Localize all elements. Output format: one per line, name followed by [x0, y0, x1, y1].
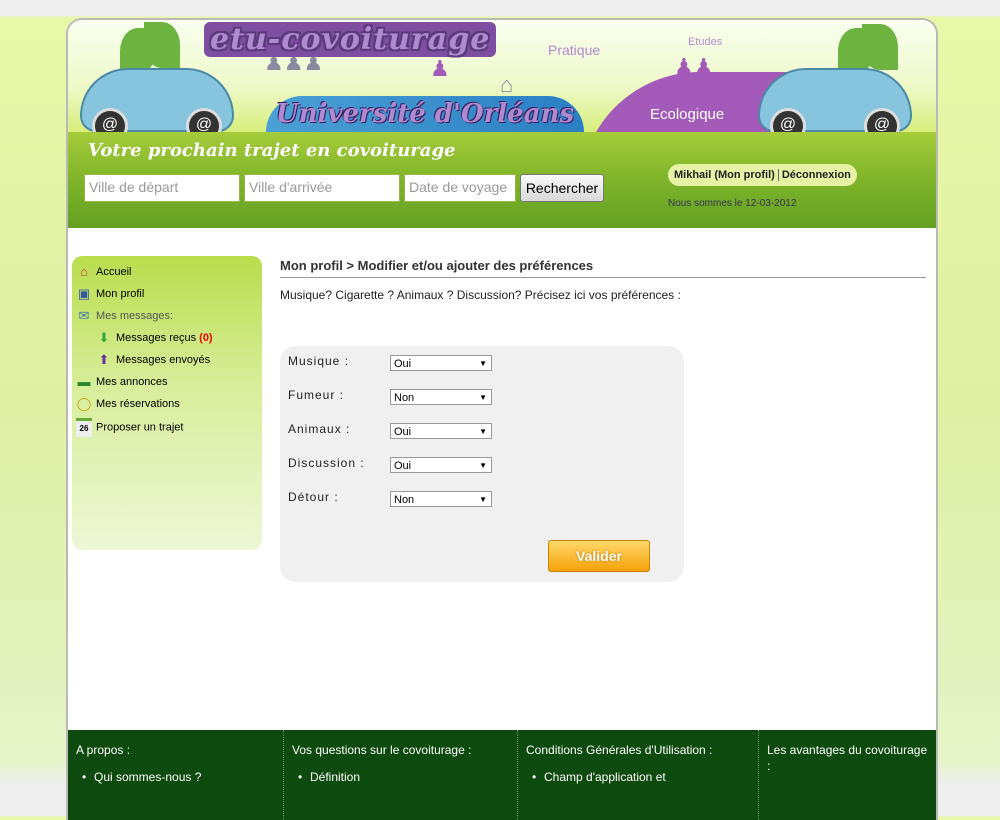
submit-button[interactable]: Valider: [548, 540, 650, 572]
wheel-icon: @: [186, 108, 222, 132]
footer-col-faq: Vos questions sur le covoiturage : Défin…: [284, 730, 518, 820]
select-value: Oui: [394, 426, 412, 438]
profile-link[interactable]: Mikhail (Mon profil): [674, 169, 775, 181]
envelope-icon: ✉: [78, 308, 90, 323]
detour-select[interactable]: Non ▼: [390, 491, 492, 507]
logout-link[interactable]: Déconnexion: [782, 169, 851, 181]
music-select[interactable]: Oui ▼: [390, 355, 492, 371]
house-icon: ⌂: [500, 72, 514, 97]
intro-text: Musique? Cigarette ? Animaux ? Discussio…: [280, 288, 681, 302]
people-icon: ♟♟: [674, 54, 714, 79]
footer: A propos : Qui sommes-nous ? Vos questio…: [68, 730, 936, 820]
select-value: Oui: [394, 358, 412, 370]
banner-word-etudes: Etudes: [688, 36, 723, 48]
purple-hill-decoration: [580, 72, 790, 132]
footer-col-cgu: Conditions Générales d'Utilisation : Cha…: [518, 730, 759, 820]
discussion-label: Discussion :: [288, 456, 365, 470]
header-banner: @ @ ♟♟♟ etu-covoiturage Pratique Etudes …: [68, 20, 936, 132]
sidebar-item-profil[interactable]: ▣ Mon profil: [76, 286, 144, 302]
footer-col-title: A propos :: [76, 743, 131, 757]
sidebar-item-label: Proposer un trajet: [96, 421, 184, 434]
leaf-decoration: [144, 22, 180, 68]
banner-word-pratique: Pratique: [548, 42, 601, 58]
sidebar-item-label: Mon profil: [96, 287, 145, 300]
sidebar-item-label: Messages reçus: [116, 331, 197, 344]
smoker-select[interactable]: Non ▼: [390, 389, 492, 405]
sent-mail-icon: ⬆: [98, 352, 110, 367]
sidebar-item-accueil[interactable]: ⌂ Accueil: [76, 264, 131, 280]
smoker-label: Fumeur :: [288, 388, 345, 402]
sidebar-item-annonces[interactable]: ▬ Mes annonces: [76, 374, 168, 390]
profile-card-icon: ▣: [77, 286, 91, 301]
wheel-icon: @: [864, 108, 900, 132]
footer-link[interactable]: Qui sommes-nous ?: [76, 770, 275, 784]
car-illustration-right: @ @: [758, 68, 912, 132]
chevron-down-icon: ▼: [479, 427, 487, 436]
footer-col-benefits: Les avantages du covoiturage :: [759, 730, 936, 820]
sidebar-item-proposer[interactable]: 26 Proposer un trajet: [76, 418, 183, 437]
sidebar-item-messages: ✉ Mes messages:: [76, 308, 173, 324]
lightbulb-icon: ◯: [76, 396, 92, 411]
current-date: Nous sommes le 12-03-2012: [668, 198, 797, 209]
inbox-download-icon: ⬇: [98, 330, 110, 345]
sidebar-item-recus[interactable]: ⬇ Messages reçus (0): [96, 330, 213, 346]
chevron-down-icon: ▼: [479, 359, 487, 368]
user-menu: Mikhail (Mon profil) Déconnexion: [668, 164, 857, 186]
sidebar-menu: ⌂ Accueil ▣ Mon profil ✉ Mes messages: ⬇ Mes…: [72, 256, 262, 550]
university-title: Université d'Orléans: [266, 96, 584, 132]
site-logo[interactable]: etu-covoiturage: [204, 22, 497, 57]
sidebar-item-label: Mes messages:: [96, 309, 174, 322]
arrival-city-input[interactable]: Ville d'arrivée: [244, 174, 400, 202]
footer-link[interactable]: Définition: [292, 770, 509, 784]
sidebar-item-reservations[interactable]: ◯ Mes réservations: [76, 396, 180, 412]
calendar-icon: 26: [76, 418, 92, 437]
search-bar: Votre prochain trajet en covoiturage Vil…: [68, 132, 936, 228]
wheel-icon: @: [770, 108, 806, 132]
select-value: Non: [394, 494, 415, 506]
separator: [777, 169, 779, 182]
wheel-icon: @: [92, 108, 128, 132]
footer-link[interactable]: Champ d'application et: [526, 770, 750, 784]
select-value: Non: [394, 392, 415, 404]
departure-city-input[interactable]: Ville de départ: [84, 174, 240, 202]
car-illustration-left: @ @: [80, 68, 234, 132]
unread-count-badge: (0): [199, 331, 213, 344]
divider: [280, 277, 926, 278]
page-container: @ @ ♟♟♟ etu-covoiturage Pratique Etudes …: [66, 18, 938, 820]
footer-col-title: Conditions Générales d'Utilisation :: [526, 743, 713, 757]
sidebar-item-envoyes[interactable]: ⬆ Messages envoyés: [96, 352, 211, 368]
person-icon: ♟: [430, 56, 450, 81]
leaf-decoration: [862, 24, 898, 70]
search-tagline: Votre prochain trajet en covoiturage: [88, 140, 456, 161]
chevron-down-icon: ▼: [479, 393, 487, 402]
car-icon: ▬: [77, 374, 91, 389]
sidebar-item-label: Messages envoyés: [116, 353, 211, 366]
chevron-down-icon: ▼: [479, 461, 487, 470]
chevron-down-icon: ▼: [479, 495, 487, 504]
search-button[interactable]: Rechercher: [520, 174, 604, 202]
preferences-form: Musique : Oui ▼ Fumeur : Non ▼ Animaux : O…: [280, 346, 684, 582]
home-icon: ⌂: [80, 264, 88, 279]
banner-word-ecologique: Ecologique: [650, 106, 725, 123]
select-value: Oui: [394, 460, 412, 472]
detour-label: Détour :: [288, 490, 339, 504]
footer-col-about: A propos : Qui sommes-nous ?: [68, 730, 284, 820]
travel-date-input[interactable]: Date de voyage: [404, 174, 516, 202]
page-title: Mon profil > Modifier et/ou ajouter des …: [280, 258, 594, 273]
footer-col-title: Les avantages du covoiturage :: [767, 743, 928, 773]
discussion-select[interactable]: Oui ▼: [390, 457, 492, 473]
footer-col-title: Vos questions sur le covoiturage :: [292, 743, 472, 757]
animals-select[interactable]: Oui ▼: [390, 423, 492, 439]
sidebar-item-label: Mes annonces: [96, 375, 168, 388]
sidebar-item-label: Accueil: [96, 265, 132, 278]
animals-label: Animaux :: [288, 422, 351, 436]
music-label: Musique :: [288, 354, 350, 368]
sidebar-item-label: Mes réservations: [96, 397, 180, 410]
